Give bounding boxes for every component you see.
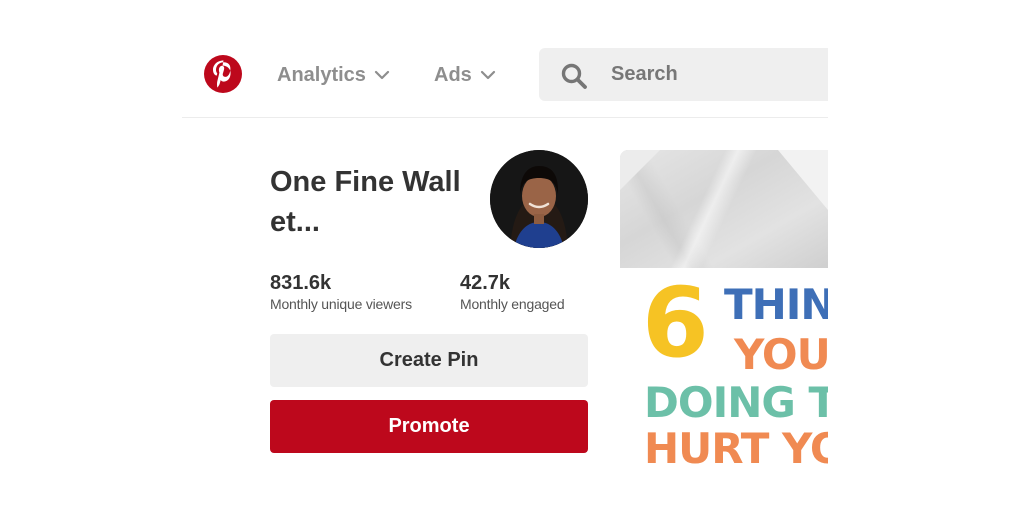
stat-unique-viewers: 831.6k Monthly unique viewers: [270, 271, 412, 313]
profile-name-line1: One Fine Wall: [270, 166, 461, 198]
stat-value: 42.7k: [460, 272, 511, 294]
header-divider: [182, 117, 828, 118]
pin-marble-corner: [778, 150, 828, 210]
pin-preview[interactable]: 6 THIN YOU DOING TH HURT YO: [620, 150, 828, 467]
promote-button[interactable]: Promote: [270, 400, 588, 453]
pin-text-line3: DOING TH: [644, 378, 828, 427]
search-icon: [561, 63, 587, 89]
profile-name-line2: et...: [270, 206, 320, 238]
avatar-image: [490, 150, 588, 248]
create-pin-button[interactable]: Create Pin: [270, 334, 588, 387]
pin-text-line2: YOU: [734, 330, 828, 379]
pin-text-line1: THIN: [724, 280, 828, 329]
pinterest-logo-icon[interactable]: [204, 55, 242, 93]
nav-analytics-label: Analytics: [277, 63, 366, 86]
stat-engaged: 42.7k Monthly engaged: [460, 271, 565, 313]
chevron-down-icon: [480, 70, 495, 80]
avatar[interactable]: [490, 150, 588, 248]
nav-analytics[interactable]: Analytics: [277, 62, 390, 88]
nav-ads-label: Ads: [434, 63, 472, 86]
search-input[interactable]: [611, 60, 811, 88]
search-bar[interactable]: [539, 48, 828, 101]
chevron-down-icon: [374, 70, 390, 80]
nav-ads[interactable]: Ads: [434, 62, 496, 88]
stat-value: 831.6k: [270, 272, 332, 294]
pin-marble-background: [620, 150, 828, 268]
pin-number: 6: [642, 267, 709, 379]
stat-label: Monthly engaged: [460, 296, 565, 312]
profile-name: One Fine Wall et...: [270, 162, 485, 242]
pin-text-line4: HURT YO: [644, 424, 828, 467]
stat-label: Monthly unique viewers: [270, 296, 412, 312]
pin-marble-corner: [620, 150, 660, 190]
